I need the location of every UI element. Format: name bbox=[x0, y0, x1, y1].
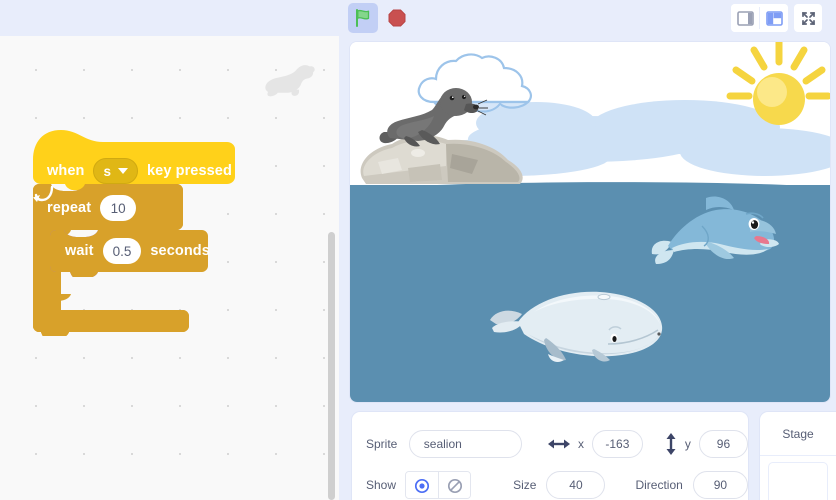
loop-arrow-icon bbox=[33, 185, 54, 202]
show-sprite-button[interactable] bbox=[406, 472, 439, 498]
stop-sign-icon bbox=[388, 9, 406, 27]
show-label: Show bbox=[366, 478, 397, 492]
green-flag-icon bbox=[356, 9, 370, 27]
when-word: when bbox=[47, 163, 85, 179]
eye-open-icon bbox=[415, 478, 430, 494]
horizontal-arrows-icon bbox=[547, 438, 570, 450]
sealion-watermark-icon bbox=[265, 65, 315, 97]
sprite-x-input[interactable]: -163 bbox=[591, 430, 643, 458]
wait-word: wait bbox=[65, 243, 94, 259]
fullscreen-icon bbox=[801, 11, 815, 25]
y-label: y bbox=[684, 437, 691, 451]
project-controls bbox=[348, 3, 412, 33]
vertical-arrows-icon bbox=[665, 433, 677, 455]
stage-layout-controls bbox=[731, 4, 822, 32]
hide-sprite-button[interactable] bbox=[438, 472, 471, 498]
whale-sprite[interactable] bbox=[488, 282, 668, 367]
eye-closed-icon bbox=[447, 478, 462, 494]
block-repeat[interactable]: repeat 10 next costume bbox=[33, 184, 210, 336]
stage-selector-pane[interactable]: Stage bbox=[760, 412, 836, 500]
sprite-name-input[interactable]: sealion bbox=[408, 430, 522, 458]
small-stage-button[interactable] bbox=[731, 4, 759, 32]
sealion-sprite[interactable] bbox=[378, 80, 488, 152]
sprite-y-input[interactable]: 96 bbox=[698, 430, 748, 458]
stage-size-group bbox=[731, 4, 788, 32]
normal-stage-button[interactable] bbox=[760, 4, 788, 32]
sprite-direction-input[interactable]: 90 bbox=[692, 471, 748, 499]
stage-selector-title: Stage bbox=[782, 426, 814, 441]
x-label: x bbox=[577, 437, 584, 451]
green-flag-button[interactable] bbox=[348, 3, 378, 33]
dolphin-sprite[interactable] bbox=[650, 192, 780, 277]
key-pressed-word: key pressed bbox=[146, 163, 232, 179]
chevron-down-icon bbox=[117, 168, 128, 174]
sprite-name-label: Sprite bbox=[366, 437, 398, 451]
sprite-info-row-2: Show Size 40 Direction 90 bbox=[352, 470, 748, 500]
sun-icon bbox=[726, 42, 830, 125]
scratch-editor-window: when s key pressed repeat 10 wait 0.5 se… bbox=[0, 0, 836, 500]
sprite-info-row-1: Sprite sealion x -163 y 96 bbox=[352, 429, 748, 459]
normal-stage-icon bbox=[765, 10, 783, 26]
wait-seconds-input[interactable]: 0.5 bbox=[102, 238, 142, 264]
wait-content: wait 0.5 seconds bbox=[65, 230, 210, 272]
stop-button[interactable] bbox=[382, 3, 412, 33]
stage-thumbnail[interactable] bbox=[768, 462, 828, 500]
fullscreen-button[interactable] bbox=[794, 4, 822, 32]
visibility-toggle-group bbox=[405, 471, 472, 499]
size-label: Size bbox=[513, 478, 537, 492]
small-stage-icon bbox=[736, 10, 754, 26]
script-stack[interactable]: when s key pressed repeat 10 wait 0.5 se… bbox=[33, 128, 235, 336]
block-when-key-pressed[interactable]: when s key pressed bbox=[33, 128, 235, 190]
menu-bar bbox=[0, 0, 836, 36]
repeat-content: repeat 10 bbox=[47, 195, 137, 221]
stage-selector-header[interactable]: Stage bbox=[760, 412, 836, 456]
key-dropdown[interactable]: s bbox=[93, 158, 138, 184]
stage-canvas[interactable] bbox=[350, 42, 830, 402]
seconds-word: seconds bbox=[150, 243, 210, 259]
repeat-times-input[interactable]: 10 bbox=[100, 195, 137, 221]
sprite-info-pane: Sprite sealion x -163 y 96 Show Size 40 … bbox=[352, 412, 748, 500]
workspace-vertical-scrollbar[interactable] bbox=[328, 232, 335, 500]
direction-label: Direction bbox=[635, 478, 683, 492]
code-workspace[interactable]: when s key pressed repeat 10 wait 0.5 se… bbox=[0, 36, 339, 500]
key-dropdown-value: s bbox=[103, 163, 111, 179]
when-key-pressed-content: when s key pressed bbox=[47, 156, 232, 186]
sprite-size-input[interactable]: 40 bbox=[546, 471, 606, 499]
